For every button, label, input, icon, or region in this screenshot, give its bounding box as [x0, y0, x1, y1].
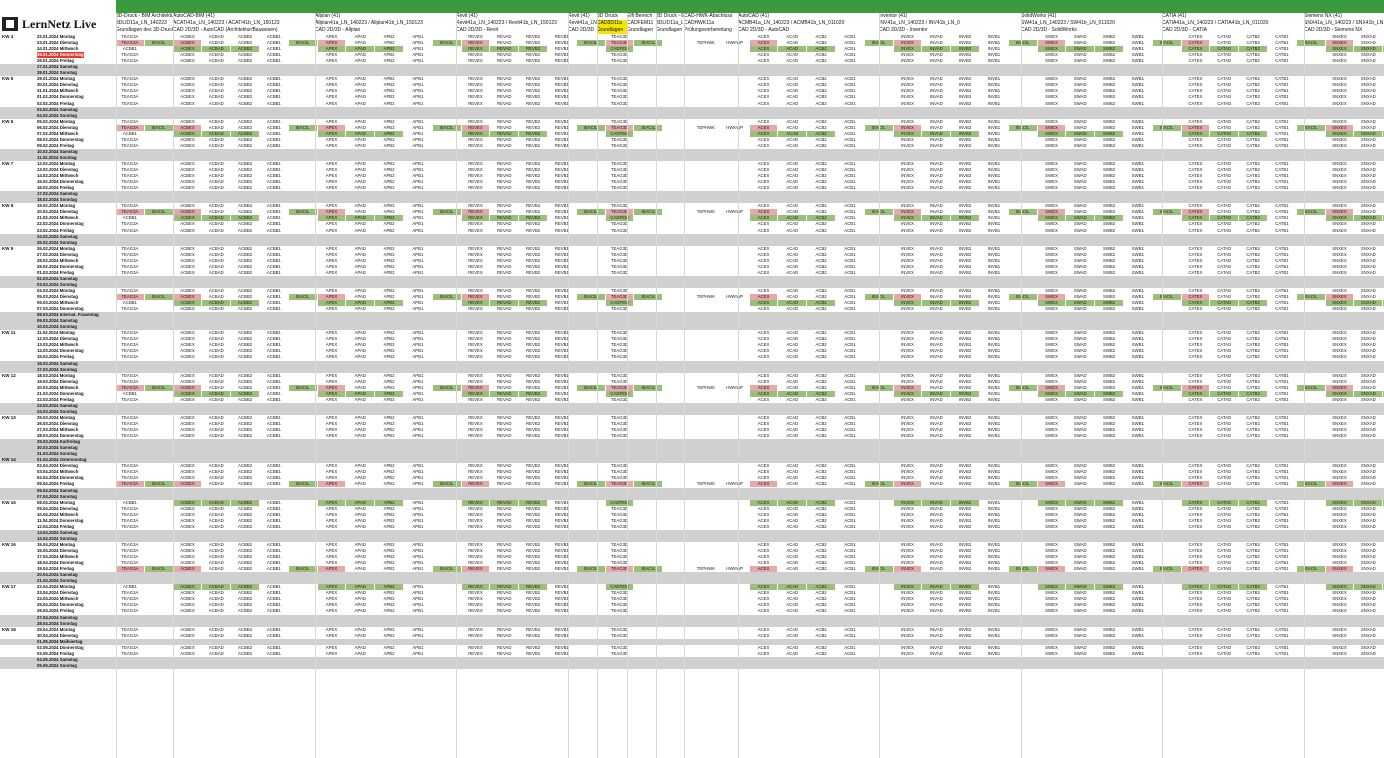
- course-header-sub: ACATI41a_LN_140223 / ACATI41b_LN_150123: [173, 20, 280, 26]
- course-header-title: SolidWorks (41): [1021, 13, 1057, 19]
- course-header-title: Allplan (41): [315, 13, 341, 19]
- course-header-title: AutoCAD-BIM (41): [173, 13, 215, 19]
- header-bar: [116, 0, 1384, 13]
- course-header-title: Revit (41): [456, 13, 478, 19]
- course-header-sub: 3DLID11a_LN_140223: [116, 20, 167, 26]
- course-header-sub: Allplan41a_LN_140223 / Allplan41b_LN_150…: [315, 20, 423, 26]
- logo-mark-icon: [2, 17, 18, 31]
- course-header-sub: ACMB41a_LN_140223 / ACMB41b_LN_011020: [738, 20, 845, 26]
- column-divider: [879, 13, 880, 758]
- course-header-sub: Revit41a_LN: [568, 20, 597, 26]
- column-divider: [1021, 13, 1022, 758]
- schedule-grid: KW 4 22.01.2024 Montag TEAG3A ACBEX ACBAD ACB…: [0, 34, 1384, 669]
- column-divider: [684, 13, 685, 758]
- logo: LernNetz Live: [2, 14, 114, 34]
- course-header-sub: CADFEM11: [627, 20, 654, 26]
- course-header-sub2: Grundlagen: [656, 27, 683, 33]
- course-header-sub: Revit41a_LN_140223 / Revit41b_LN_150123: [456, 20, 557, 26]
- course-header-title: AutoCAD (41): [738, 13, 770, 19]
- column-divider: [173, 13, 174, 758]
- course-header-title: Elfi Bereich: [627, 13, 653, 19]
- column-divider: [627, 13, 628, 758]
- course-header-sub: SW41a_LN_140223 / SW41b_LN_011020: [1021, 20, 1115, 26]
- course-header-title: CAD-HWK-Abschluss: [684, 13, 733, 19]
- course-header-sub: CAD3D11a: [597, 20, 627, 27]
- course-header-sub2: CAD 2D/3D - AutoCAD (Architektur/Bauwese…: [173, 27, 278, 33]
- course-header-sub2: Grundlagen des 3D-Druck: [116, 27, 173, 33]
- date-label: 05.05.2024 Sonntag: [37, 662, 77, 668]
- course-header-sub2: Prüfungsvorbereitung: [684, 27, 732, 33]
- column-divider: [656, 13, 657, 758]
- course-header-sub2: CAD 2D/3D - Siemens NX: [1304, 27, 1363, 33]
- column-divider: [597, 13, 598, 758]
- column-divider: [568, 13, 569, 758]
- course-header-sub2: Grundlagen: [597, 27, 627, 34]
- course-header-title: Siemens NX (41): [1304, 13, 1343, 19]
- course-header-title: 3D Druck - 6: [656, 13, 684, 19]
- column-divider: [456, 13, 457, 758]
- course-header-sub2: Grundlagen: [627, 27, 654, 33]
- course-header-sub2: CAD 2D/3D - Inventor: [879, 27, 928, 33]
- column-divider: [315, 13, 316, 758]
- course-header-title: Inventor (41): [879, 13, 908, 19]
- course-header-sub2: CAD 2D/3D - SolidWorks: [1021, 27, 1077, 33]
- column-divider: [1162, 13, 1163, 758]
- course-header-title: CATIA (41): [1162, 13, 1187, 19]
- course-header-sub: 3DLID11a_LN: [656, 20, 684, 26]
- column-divider: [738, 13, 739, 758]
- column-divider: [1304, 13, 1305, 758]
- course-headers: 3D-Druck - BIM Architektur 3DLID11a_LN_14…: [116, 13, 1384, 34]
- course-header-sub2: CAD 2D/3D - AutoCAD: [738, 27, 790, 33]
- course-header-sub: SNX41a_LN_140223 / SNX41b_LN: [1304, 20, 1384, 26]
- course-header-title: Revit (41): [568, 13, 590, 19]
- course-header-sub2: CAD 2D/3D - CATIA: [1162, 27, 1207, 33]
- course-header-sub2: CAD 2D/3D - Allplan: [315, 27, 361, 33]
- course-header-title: 3D Druck: [597, 13, 618, 19]
- course-header-sub: CADHWK11a: [684, 20, 715, 26]
- course-header-title: 3D-Druck - BIM Architektur: [116, 13, 173, 19]
- course-header-sub2: CAD 2D/3D: [568, 27, 595, 33]
- column-divider: [116, 13, 117, 758]
- table-row: 05.05.2024 Sonntag: [0, 662, 1384, 669]
- course-header-sub: CATIA41a_LN_140223 / CATIA41b_LN_011020: [1162, 20, 1269, 26]
- course-header-sub: INV41a_LN_140223 / INV41b_LN_0: [879, 20, 960, 26]
- logo-text: LernNetz Live: [22, 16, 97, 31]
- course-header-sub2: CAD 2D/3D - Revit: [456, 27, 498, 33]
